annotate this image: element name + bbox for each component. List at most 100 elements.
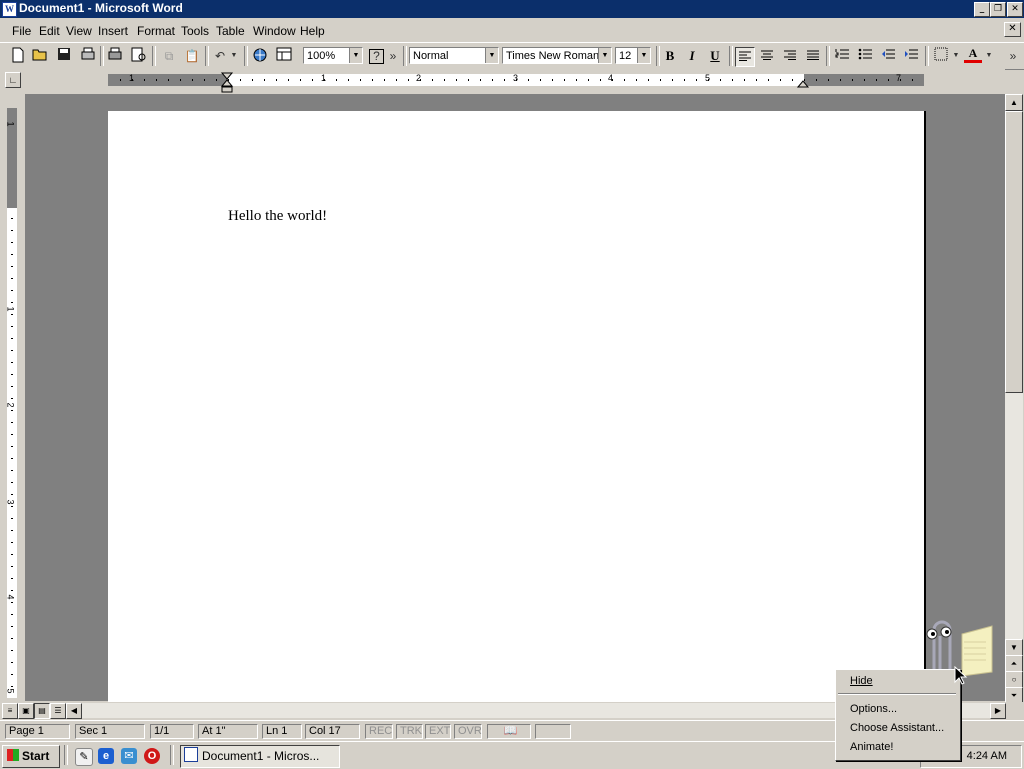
normal-view-icon[interactable]: ≡ xyxy=(2,703,18,719)
ruler-tick xyxy=(852,79,853,81)
right-indent-marker-icon[interactable] xyxy=(797,79,811,89)
font-color-icon[interactable]: A xyxy=(964,47,982,65)
align-right-icon[interactable] xyxy=(781,47,799,65)
status-ext[interactable]: EXT xyxy=(425,724,451,739)
scroll-left-icon[interactable]: ◀ xyxy=(66,703,82,719)
menu-item-hide[interactable]: Hide xyxy=(850,675,873,687)
document-page[interactable]: Hello the world! xyxy=(108,111,926,711)
ruler-tick xyxy=(11,242,13,243)
bold-button[interactable]: B xyxy=(661,47,679,65)
ruler-tick xyxy=(204,79,205,81)
select-browse-object-icon[interactable]: ○ xyxy=(1005,671,1023,688)
vertical-scrollbar[interactable]: ▲ ▼ ⏶ ○ ⏷ xyxy=(1005,94,1023,704)
chevron-down-icon[interactable]: ▼ xyxy=(598,48,611,63)
word-app-icon[interactable]: W xyxy=(2,2,17,17)
tab-selector-icon[interactable]: ∟ xyxy=(5,72,21,88)
status-line: Ln 1 xyxy=(262,724,302,739)
copy-icon[interactable]: ⧉ xyxy=(160,47,178,65)
web-globe-icon[interactable] xyxy=(251,47,269,65)
restore-button[interactable]: ❐ xyxy=(990,2,1006,17)
start-button[interactable]: Start xyxy=(2,745,60,768)
scroll-up-icon[interactable]: ▲ xyxy=(1005,94,1023,111)
numbering-icon[interactable] xyxy=(833,47,851,65)
align-center-icon[interactable] xyxy=(758,47,776,65)
minimize-button[interactable]: _ xyxy=(974,2,990,17)
show-desktop-icon[interactable]: ✎ xyxy=(75,748,93,766)
print-layout-view-icon[interactable]: ▤ xyxy=(34,703,50,719)
document-text[interactable]: Hello the world! xyxy=(228,208,327,225)
zoom-combo[interactable]: 100% ▼ xyxy=(303,47,363,64)
ruler-tick xyxy=(660,79,661,81)
menu-table[interactable]: Table xyxy=(216,24,245,38)
close-button[interactable]: ✕ xyxy=(1007,2,1023,17)
spelling-book-icon[interactable]: 📖 xyxy=(487,724,531,739)
vertical-scroll-thumb[interactable] xyxy=(1005,111,1023,393)
align-left-icon[interactable] xyxy=(735,47,755,67)
open-folder-icon[interactable] xyxy=(31,47,49,65)
taskbar-button-word[interactable]: Document1 - Micros... xyxy=(180,745,340,768)
horizontal-ruler[interactable]: ∟ 1 1 2 3 4 5 7 xyxy=(0,69,1005,93)
chevron-down-icon[interactable]: ▼ xyxy=(637,48,650,63)
ruler-number: 1 xyxy=(129,73,135,83)
menu-item-options[interactable]: Options... xyxy=(850,703,897,715)
scroll-right-icon[interactable]: ▶ xyxy=(990,703,1006,719)
outlook-express-icon[interactable]: ✉ xyxy=(121,748,137,764)
undo-dropdown-icon[interactable]: ▼ xyxy=(229,47,239,65)
internet-explorer-icon[interactable]: e xyxy=(98,748,114,764)
borders-icon[interactable] xyxy=(932,47,950,65)
italic-button[interactable]: I xyxy=(683,47,701,65)
clock[interactable]: 4:24 AM xyxy=(967,750,1007,762)
taskbar-separator xyxy=(170,745,174,765)
menu-help[interactable]: Help xyxy=(300,24,325,38)
opera-icon[interactable]: O xyxy=(144,748,160,764)
print-preview-icon[interactable] xyxy=(130,47,148,65)
toolbar-more-icon[interactable]: » xyxy=(1008,47,1018,65)
underline-button[interactable]: U xyxy=(706,47,724,65)
borders-dropdown-icon[interactable]: ▼ xyxy=(951,47,961,65)
web-layout-view-icon[interactable]: ▣ xyxy=(18,703,34,719)
status-ovr[interactable]: OVR xyxy=(454,724,482,739)
outline-view-icon[interactable]: ☰ xyxy=(50,703,66,719)
font-combo[interactable]: Times New Roman ▼ xyxy=(502,47,612,64)
menu-item-animate[interactable]: Animate! xyxy=(850,741,893,753)
justify-icon[interactable] xyxy=(804,47,822,65)
status-trk[interactable]: TRK xyxy=(396,724,423,739)
toolbar-more-icon[interactable]: » xyxy=(388,47,398,65)
help-icon[interactable]: ? xyxy=(369,49,384,64)
decrease-indent-icon[interactable] xyxy=(879,47,897,65)
document-close-button[interactable]: ✕ xyxy=(1004,22,1021,37)
ruler-tick xyxy=(11,326,13,327)
ruler-tick xyxy=(360,79,361,81)
status-rec[interactable]: REC xyxy=(365,724,393,739)
menu-format[interactable]: Format xyxy=(137,24,175,38)
ruler-tick xyxy=(11,362,13,363)
menu-tools[interactable]: Tools xyxy=(181,24,209,38)
previous-page-icon[interactable]: ⏶ xyxy=(1005,655,1023,672)
bullets-icon[interactable] xyxy=(856,47,874,65)
print-icon[interactable] xyxy=(106,47,124,65)
font-color-dropdown-icon[interactable]: ▼ xyxy=(984,47,994,65)
new-document-icon[interactable] xyxy=(9,47,27,65)
ruler-tick xyxy=(384,79,385,81)
paste-icon[interactable]: 📋 xyxy=(183,47,201,65)
menu-item-choose-assistant[interactable]: Choose Assistant... xyxy=(850,722,944,734)
scroll-down-icon[interactable]: ▼ xyxy=(1005,639,1023,656)
increase-indent-icon[interactable] xyxy=(902,47,920,65)
ruler-tick xyxy=(252,79,253,81)
print-setup-icon[interactable] xyxy=(79,47,97,65)
font-size-combo[interactable]: 12 ▼ xyxy=(615,47,651,64)
save-icon[interactable] xyxy=(55,47,73,65)
style-combo[interactable]: Normal ▼ xyxy=(409,47,499,64)
menu-file[interactable]: File xyxy=(12,24,31,38)
menu-view[interactable]: View xyxy=(66,24,92,38)
menu-insert[interactable]: Insert xyxy=(98,24,128,38)
undo-icon[interactable]: ↶ xyxy=(211,47,229,65)
chevron-down-icon[interactable]: ▼ xyxy=(485,48,498,63)
vertical-ruler[interactable]: 1 1 2 3 4 5 xyxy=(3,100,21,700)
chevron-down-icon[interactable]: ▼ xyxy=(349,48,362,63)
menu-edit[interactable]: Edit xyxy=(39,24,60,38)
ruler-tick xyxy=(11,314,13,315)
tables-borders-icon[interactable] xyxy=(275,47,293,65)
indent-marker-icon[interactable] xyxy=(221,72,235,94)
menu-window[interactable]: Window xyxy=(253,24,296,38)
